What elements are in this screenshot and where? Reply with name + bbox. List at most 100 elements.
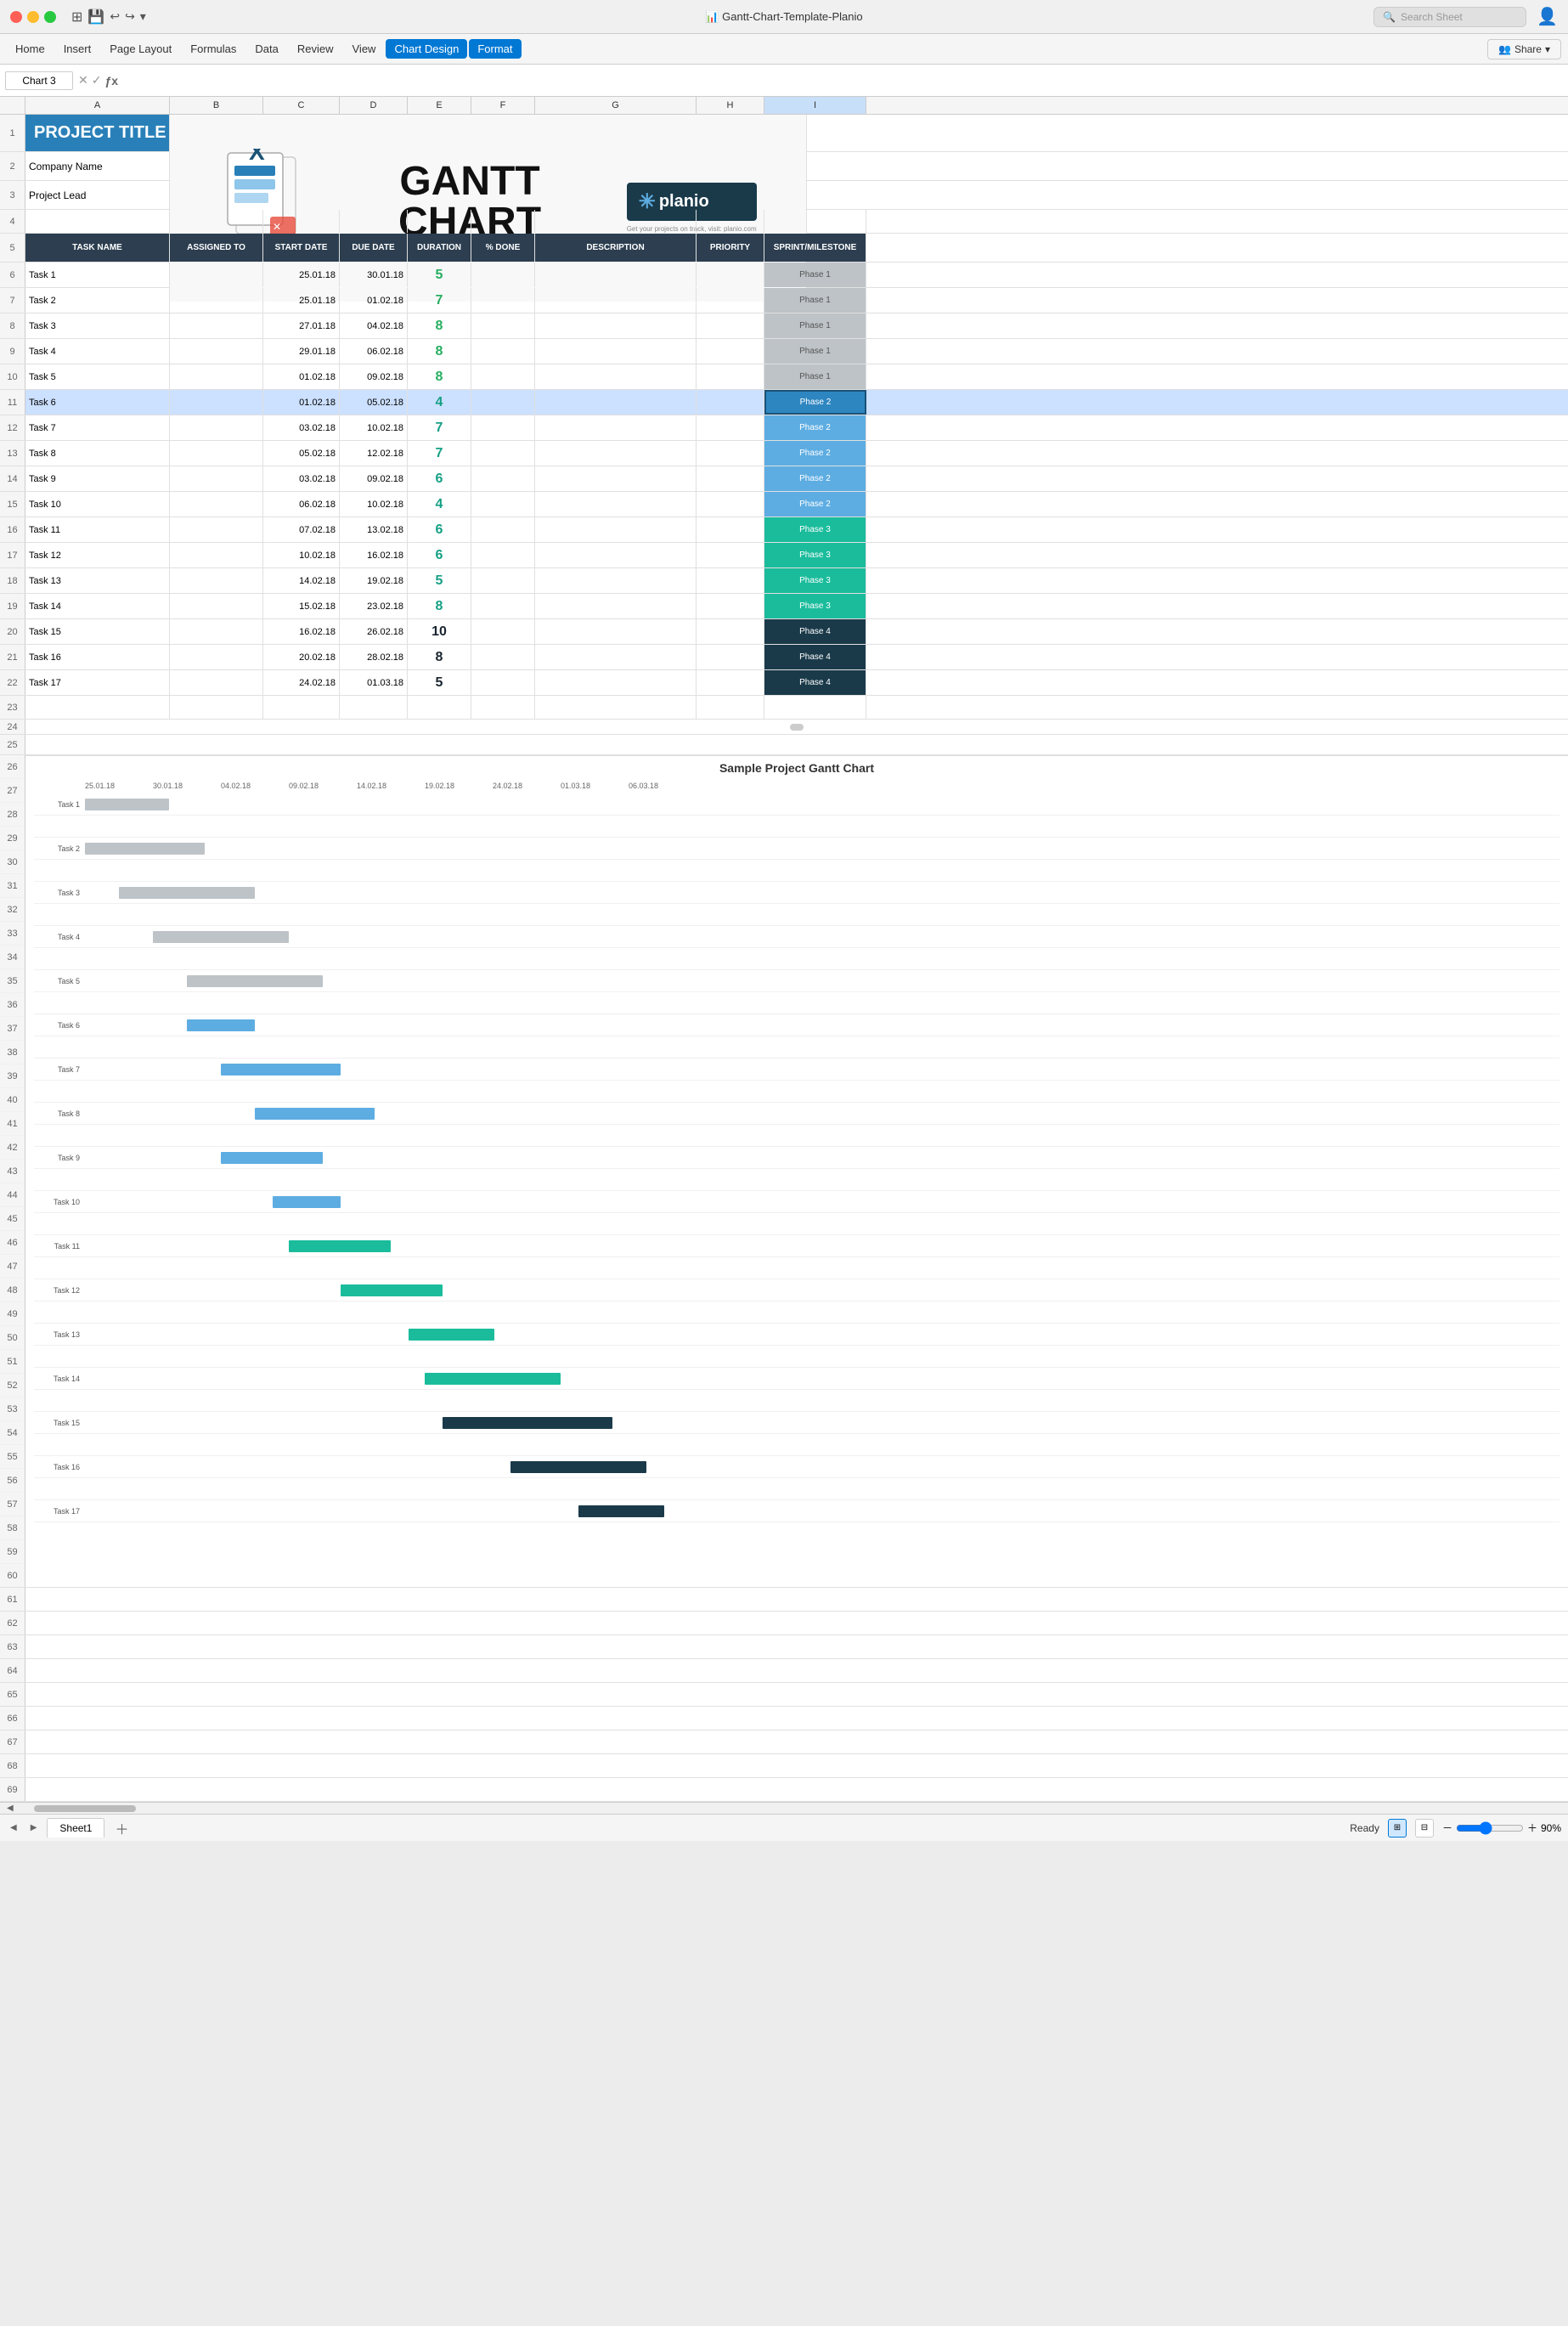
priority-cell[interactable] (697, 594, 764, 618)
description-cell[interactable] (535, 441, 697, 466)
assigned-to-cell[interactable] (170, 543, 263, 567)
assigned-to-cell[interactable] (170, 492, 263, 517)
phase-cell[interactable]: Phase 3 (764, 543, 866, 567)
percent-done-cell[interactable] (471, 517, 535, 542)
task-name-cell[interactable]: Task 12 (25, 543, 170, 567)
zoom-out-icon[interactable]: － (1442, 1821, 1452, 1835)
description-cell[interactable] (535, 288, 697, 313)
start-date-cell[interactable]: 27.01.18 (263, 313, 340, 338)
duration-cell[interactable]: 8 (408, 313, 471, 338)
percent-done-cell[interactable] (471, 543, 535, 567)
duration-cell[interactable]: 4 (408, 492, 471, 517)
priority-cell[interactable] (697, 543, 764, 567)
duration-cell[interactable]: 7 (408, 415, 471, 440)
priority-cell[interactable] (697, 619, 764, 644)
percent-done-cell[interactable] (471, 390, 535, 415)
menu-view[interactable]: View (344, 39, 385, 59)
priority-cell[interactable] (697, 415, 764, 440)
percent-done-cell[interactable] (471, 466, 535, 491)
scroll-thumb[interactable] (34, 1805, 136, 1812)
due-date-cell[interactable]: 06.02.18 (340, 339, 408, 364)
due-date-cell[interactable]: 05.02.18 (340, 390, 408, 415)
assigned-to-cell[interactable] (170, 263, 263, 287)
sheet-nav-left[interactable]: ◀ (7, 1821, 20, 1834)
scroll-left-arrow[interactable]: ◀ (3, 1802, 17, 1815)
description-cell[interactable] (535, 263, 697, 287)
toolbar-icon[interactable]: ⊞ (71, 8, 82, 25)
assigned-to-cell[interactable] (170, 517, 263, 542)
duration-cell[interactable]: 6 (408, 466, 471, 491)
duration-cell[interactable]: 4 (408, 390, 471, 415)
cell-23F[interactable] (471, 696, 535, 719)
duration-cell[interactable]: 5 (408, 263, 471, 287)
priority-cell[interactable] (697, 288, 764, 313)
cell-4I[interactable] (764, 210, 866, 233)
undo-icon[interactable]: ↩ (110, 9, 120, 24)
priority-cell[interactable] (697, 492, 764, 517)
task-name-cell[interactable]: Task 11 (25, 517, 170, 542)
cell-4F[interactable] (471, 210, 535, 233)
due-date-cell[interactable]: 01.02.18 (340, 288, 408, 313)
search-box[interactable]: 🔍 Search Sheet (1373, 7, 1526, 27)
percent-done-cell[interactable] (471, 313, 535, 338)
task-name-cell[interactable]: Task 2 (25, 288, 170, 313)
due-date-cell[interactable]: 23.02.18 (340, 594, 408, 618)
col-header-F[interactable]: F (471, 97, 535, 114)
priority-cell[interactable] (697, 390, 764, 415)
cell-reference[interactable]: Chart 3 (5, 71, 73, 90)
cell-23C[interactable] (263, 696, 340, 719)
cell-23D[interactable] (340, 696, 408, 719)
task-name-cell[interactable]: Task 5 (25, 364, 170, 389)
horizontal-scrollbar[interactable]: ◀ (0, 1802, 1568, 1814)
phase-cell[interactable]: Phase 2 (764, 441, 866, 466)
phase-cell[interactable]: Phase 1 (764, 364, 866, 389)
cancel-formula-icon[interactable]: ✕ (78, 73, 88, 88)
phase-cell[interactable]: Phase 1 (764, 263, 866, 287)
start-date-cell[interactable]: 05.02.18 (263, 441, 340, 466)
redo-icon[interactable]: ↪ (125, 9, 135, 24)
description-cell[interactable] (535, 645, 697, 669)
task-name-cell[interactable]: Task 4 (25, 339, 170, 364)
col-header-D[interactable]: D (340, 97, 408, 114)
duration-cell[interactable]: 6 (408, 517, 471, 542)
phase-cell[interactable]: Phase 2 (764, 492, 866, 517)
zoom-slider[interactable] (1456, 1821, 1524, 1835)
percent-done-cell[interactable] (471, 415, 535, 440)
task-name-cell[interactable]: Task 8 (25, 441, 170, 466)
assigned-to-cell[interactable] (170, 466, 263, 491)
col-header-A[interactable]: A (25, 97, 170, 114)
assigned-to-cell[interactable] (170, 415, 263, 440)
description-cell[interactable] (535, 364, 697, 389)
share-button[interactable]: 👥 Share ▾ (1487, 39, 1561, 59)
project-title-cell[interactable]: PROJECT TITLE (25, 115, 170, 151)
col-header-I[interactable]: I (764, 97, 866, 114)
start-date-cell[interactable]: 03.02.18 (263, 466, 340, 491)
task-name-cell[interactable]: Task 6 (25, 390, 170, 415)
cell-23E[interactable] (408, 696, 471, 719)
due-date-cell[interactable]: 19.02.18 (340, 568, 408, 593)
due-date-cell[interactable]: 28.02.18 (340, 645, 408, 669)
assigned-to-cell[interactable] (170, 670, 263, 695)
percent-done-cell[interactable] (471, 619, 535, 644)
start-date-cell[interactable]: 15.02.18 (263, 594, 340, 618)
description-cell[interactable] (535, 543, 697, 567)
sheet-tab-1[interactable]: Sheet1 (47, 1818, 104, 1838)
start-date-cell[interactable]: 06.02.18 (263, 492, 340, 517)
priority-cell[interactable] (697, 568, 764, 593)
menu-home[interactable]: Home (7, 39, 54, 59)
task-name-cell[interactable]: Task 13 (25, 568, 170, 593)
start-date-cell[interactable]: 07.02.18 (263, 517, 340, 542)
assigned-to-cell[interactable] (170, 390, 263, 415)
start-date-cell[interactable]: 25.01.18 (263, 288, 340, 313)
assigned-to-cell[interactable] (170, 364, 263, 389)
cell-4A[interactable] (25, 210, 170, 233)
task-name-cell[interactable]: Task 9 (25, 466, 170, 491)
task-name-cell[interactable]: Task 1 (25, 263, 170, 287)
zoom-in-icon[interactable]: ＋ (1527, 1821, 1537, 1835)
duration-cell[interactable]: 10 (408, 619, 471, 644)
start-date-cell[interactable]: 29.01.18 (263, 339, 340, 364)
priority-cell[interactable] (697, 645, 764, 669)
description-cell[interactable] (535, 619, 697, 644)
menu-insert[interactable]: Insert (55, 39, 100, 59)
task-name-cell[interactable]: Task 3 (25, 313, 170, 338)
